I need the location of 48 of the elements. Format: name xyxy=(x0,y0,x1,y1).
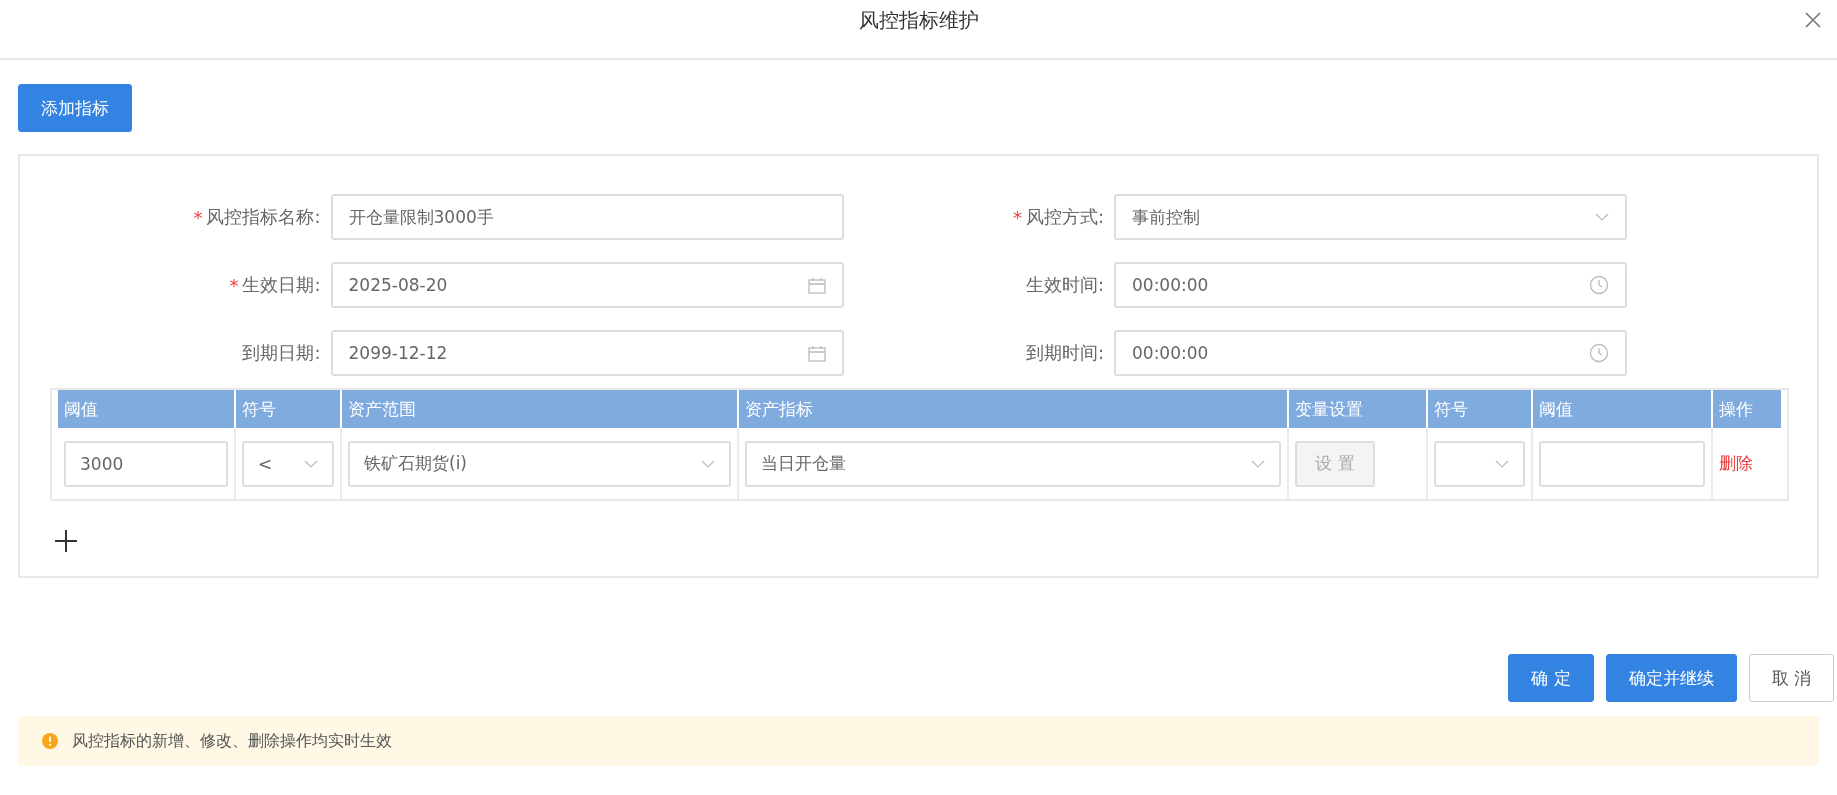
required-mark: * xyxy=(193,206,203,228)
select-field[interactable]: 事前控制 xyxy=(1114,194,1627,240)
plus-icon[interactable] xyxy=(54,529,78,553)
select-field[interactable] xyxy=(1434,440,1525,487)
time-field[interactable]: 00:00:00 xyxy=(1114,262,1627,308)
warning-icon xyxy=(42,733,58,749)
add-indicator-button[interactable]: 添加指标 xyxy=(18,84,132,132)
required-mark: * xyxy=(1012,206,1022,228)
input-field[interactable]: 开仓量限制3000手 xyxy=(330,194,844,240)
date-field[interactable]: 2025-08-20 xyxy=(330,262,844,308)
confirm-button[interactable]: 确定并继续 xyxy=(1605,654,1737,702)
cancel-button[interactable]: 取 消 xyxy=(1748,654,1834,702)
field-label: 风控指标名称: xyxy=(206,205,322,229)
column-header: 符号 xyxy=(1428,390,1533,428)
clock-icon xyxy=(1589,275,1609,295)
column-header: 操作 xyxy=(1713,390,1783,428)
clock-icon xyxy=(1589,343,1609,363)
chevron-down-icon xyxy=(1495,459,1509,468)
field-label: 风控方式: xyxy=(1025,205,1105,229)
select-field[interactable]: 铁矿石期货(i) xyxy=(348,440,731,487)
column-header: 资产范围 xyxy=(342,390,739,428)
column-header: 阈值 xyxy=(58,390,236,428)
chevron-down-icon xyxy=(1251,459,1265,468)
input-field[interactable]: 3000 xyxy=(64,440,228,487)
column-header: 变量设置 xyxy=(1289,390,1428,428)
confirm-button[interactable]: 确 定 xyxy=(1508,654,1594,702)
close-icon[interactable] xyxy=(1803,10,1823,30)
date-field[interactable]: 2099-12-12 xyxy=(330,330,844,376)
chevron-down-icon xyxy=(304,459,318,468)
select-field[interactable]: 当日开仓量 xyxy=(745,440,1281,487)
calendar-icon xyxy=(807,276,826,294)
column-header: 符号 xyxy=(236,390,342,428)
field-label: 生效时间: xyxy=(1025,273,1105,297)
notice-text: 风控指标的新增、修改、删除操作均实时生效 xyxy=(72,730,392,752)
delete-link[interactable]: 删除 xyxy=(1719,452,1753,475)
chevron-down-icon xyxy=(701,459,715,468)
field-label: 到期日期: xyxy=(242,341,322,365)
chevron-down-icon xyxy=(1595,213,1609,221)
dialog-title: 风控指标维护 xyxy=(858,6,979,34)
column-header: 资产指标 xyxy=(739,390,1289,428)
required-mark: * xyxy=(229,274,239,296)
select-field[interactable]: < xyxy=(242,440,334,487)
input-field[interactable] xyxy=(1539,440,1705,487)
column-header: 阈值 xyxy=(1533,390,1713,428)
field-label: 到期时间: xyxy=(1025,341,1105,365)
field-label: 生效日期: xyxy=(242,273,322,297)
time-field[interactable]: 00:00:00 xyxy=(1114,330,1627,376)
calendar-icon xyxy=(807,344,826,362)
